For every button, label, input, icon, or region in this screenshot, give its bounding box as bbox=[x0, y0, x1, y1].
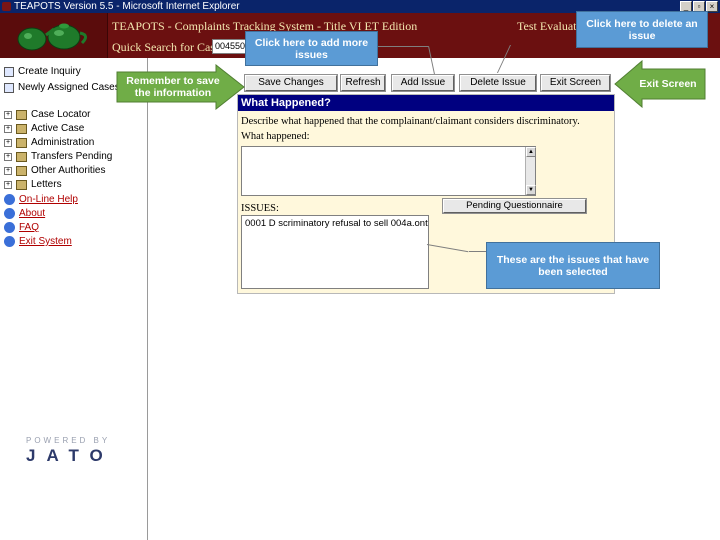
textarea-scrollbar[interactable]: ▲ ▼ bbox=[525, 147, 536, 195]
nav-administration[interactable]: + Administration bbox=[4, 137, 94, 148]
exit-screen-button[interactable]: Exit Screen bbox=[540, 74, 611, 92]
what-happened-label: What happened: bbox=[241, 131, 310, 142]
describe-instructions: Describe what happened that the complain… bbox=[241, 116, 580, 127]
list-item[interactable]: 0001 D scriminatory refusal to sell 004a… bbox=[245, 218, 428, 229]
panel-title: What Happened? bbox=[238, 95, 614, 111]
nav-letters-label: Letters bbox=[31, 179, 62, 190]
nav-case-locator-label: Case Locator bbox=[31, 109, 91, 120]
nav-administration-label: Administration bbox=[31, 137, 95, 148]
save-changes-button[interactable]: Save Changes bbox=[244, 74, 338, 92]
folder-icon bbox=[16, 137, 27, 148]
nav-newly-assigned[interactable]: Newly Assigned Cases bbox=[4, 82, 120, 93]
nav-case-locator[interactable]: + Case Locator bbox=[4, 109, 90, 120]
nav-create-inquiry[interactable]: Create Inquiry bbox=[4, 66, 81, 77]
nav-about-label[interactable]: About bbox=[19, 208, 45, 219]
quick-search-label: Quick Search for Case bbox=[112, 40, 221, 54]
nav-exit-system[interactable]: Exit System bbox=[4, 236, 72, 247]
nav-other-authorities-label: Other Authorities bbox=[31, 165, 106, 176]
folder-icon bbox=[16, 179, 27, 190]
scroll-up-icon[interactable]: ▲ bbox=[526, 147, 536, 157]
connector-line bbox=[469, 251, 486, 252]
what-happened-textarea[interactable]: ▲ ▼ bbox=[241, 146, 536, 196]
refresh-button[interactable]: Refresh bbox=[340, 74, 386, 92]
window-title: TEAPOTS Version 5.5 - Microsoft Internet… bbox=[14, 1, 240, 12]
exit-icon bbox=[4, 236, 15, 247]
nav-faq[interactable]: FAQ bbox=[4, 222, 39, 233]
powered-by-label: POWERED BY bbox=[26, 436, 111, 445]
expand-icon[interactable]: + bbox=[4, 138, 12, 147]
nav-faq-label[interactable]: FAQ bbox=[19, 222, 39, 233]
expand-icon[interactable]: + bbox=[4, 180, 12, 189]
expand-icon[interactable]: + bbox=[4, 110, 12, 119]
issues-list[interactable]: 0001 D scriminatory refusal to sell 004a… bbox=[241, 215, 429, 289]
save-reminder-text: Remember to save the information bbox=[126, 75, 220, 99]
expand-icon[interactable]: + bbox=[4, 166, 12, 175]
teapot-logo bbox=[0, 13, 108, 58]
folder-icon bbox=[16, 109, 27, 120]
connector-line bbox=[378, 46, 428, 47]
nav-online-help[interactable]: On-Line Help bbox=[4, 194, 78, 205]
nav-newly-assigned-label: Newly Assigned Cases bbox=[18, 82, 120, 93]
nav-about[interactable]: About bbox=[4, 208, 45, 219]
add-issue-callout: Click here to add more issues bbox=[245, 31, 378, 66]
issues-label: ISSUES: bbox=[241, 203, 279, 214]
nav-letters[interactable]: + Letters bbox=[4, 179, 62, 190]
form-icon bbox=[4, 82, 14, 93]
ie-icon bbox=[2, 2, 11, 11]
expand-icon[interactable]: + bbox=[4, 152, 12, 161]
pending-questionnaire-button[interactable]: Pending Questionnaire bbox=[442, 198, 587, 214]
form-icon bbox=[4, 66, 14, 77]
delete-issue-callout: Click here to delete an issue bbox=[576, 11, 708, 48]
info-icon bbox=[4, 208, 15, 219]
nav-exit-system-label[interactable]: Exit System bbox=[19, 236, 72, 247]
left-nav: Create Inquiry Newly Assigned Cases + Ca… bbox=[0, 58, 148, 540]
nav-create-inquiry-label: Create Inquiry bbox=[18, 66, 81, 77]
help-icon bbox=[4, 194, 15, 205]
nav-active-case[interactable]: + Active Case bbox=[4, 123, 84, 134]
jato-logo: JATO bbox=[26, 446, 114, 465]
expand-icon[interactable]: + bbox=[4, 124, 12, 133]
exit-screen-callout: Exit Screen bbox=[639, 78, 697, 90]
nav-online-help-label[interactable]: On-Line Help bbox=[19, 194, 78, 205]
add-issue-button[interactable]: Add Issue bbox=[391, 74, 455, 92]
selected-issues-callout: These are the issues that have been sele… bbox=[486, 242, 660, 289]
nav-other-authorities[interactable]: + Other Authorities bbox=[4, 165, 105, 176]
faq-icon bbox=[4, 222, 15, 233]
nav-transfers-pending[interactable]: + Transfers Pending bbox=[4, 151, 112, 162]
nav-active-case-label: Active Case bbox=[31, 123, 85, 134]
nav-transfers-pending-label: Transfers Pending bbox=[31, 151, 113, 162]
folder-icon bbox=[16, 123, 27, 134]
delete-issue-button[interactable]: Delete Issue bbox=[459, 74, 537, 92]
folder-icon bbox=[16, 151, 27, 162]
teapot-icon bbox=[17, 23, 87, 51]
folder-icon bbox=[16, 165, 27, 176]
scroll-down-icon[interactable]: ▼ bbox=[526, 185, 536, 195]
